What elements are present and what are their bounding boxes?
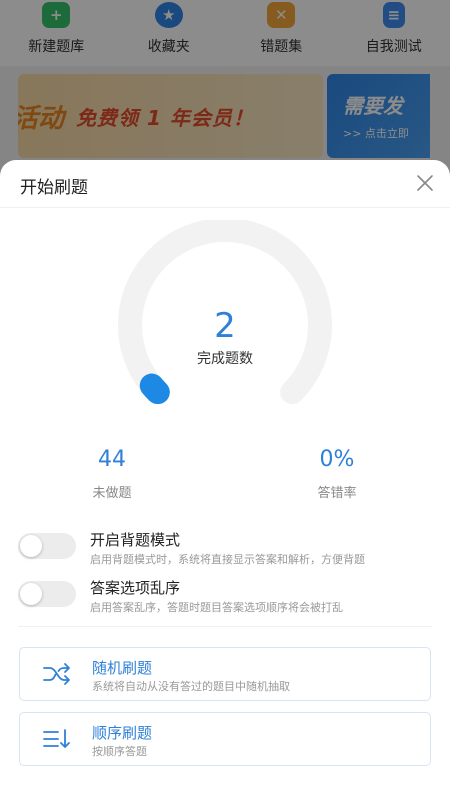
memorize-mode-toggle[interactable]	[18, 533, 76, 559]
toggle-knob	[20, 583, 42, 605]
stat-unanswered: 44 未做题	[62, 447, 162, 501]
sort-icon	[43, 729, 70, 748]
setting-title: 开启背题模式	[90, 531, 181, 549]
mode-desc: 按顺序答题	[92, 745, 147, 758]
stat-value: 44	[98, 447, 126, 472]
completed-label: 完成题数	[197, 351, 253, 367]
setting-desc: 启用背题模式时，系统将直接显示答案和解析，方便背题	[90, 553, 365, 566]
random-practice-button[interactable]: 随机刷题 系统将自动从没有答过的题目中随机抽取	[19, 647, 431, 701]
completed-count: 2	[214, 306, 236, 346]
setting-shuffle-options: 答案选项乱序 启用答案乱序，答题时题目答案选项顺序将会被打乱	[18, 577, 430, 625]
sheet-title: 开始刷题	[20, 178, 88, 198]
stat-label: 未做题	[92, 486, 132, 501]
sequential-practice-button[interactable]: 顺序刷题 按顺序答题	[19, 712, 431, 766]
setting-memorize-mode: 开启背题模式 启用背题模式时，系统将直接显示答案和解析，方便背题	[18, 529, 430, 577]
stat-error-rate: 0% 答错率	[287, 447, 387, 501]
mode-desc: 系统将自动从没有答过的题目中随机抽取	[92, 680, 290, 693]
close-button[interactable]	[414, 172, 436, 194]
setting-title: 答案选项乱序	[90, 579, 181, 597]
stat-value: 0%	[319, 447, 355, 472]
divider	[18, 626, 432, 627]
gauge-fill	[139, 373, 170, 405]
stat-label: 答错率	[317, 486, 357, 501]
start-practice-sheet: 开始刷题 2 完成题数 44 未做题 0% 答错率 开启背题模式 启用背题模式时…	[0, 160, 450, 800]
setting-desc: 启用答案乱序，答题时题目答案选项顺序将会被打乱	[90, 601, 343, 614]
shuffle-options-toggle[interactable]	[18, 581, 76, 607]
toggle-knob	[20, 535, 42, 557]
shuffle-icon	[43, 663, 70, 685]
close-icon	[417, 175, 433, 191]
mode-title: 顺序刷题	[92, 724, 153, 742]
sheet-header: 开始刷题	[0, 160, 450, 208]
mode-title: 随机刷题	[92, 659, 153, 677]
